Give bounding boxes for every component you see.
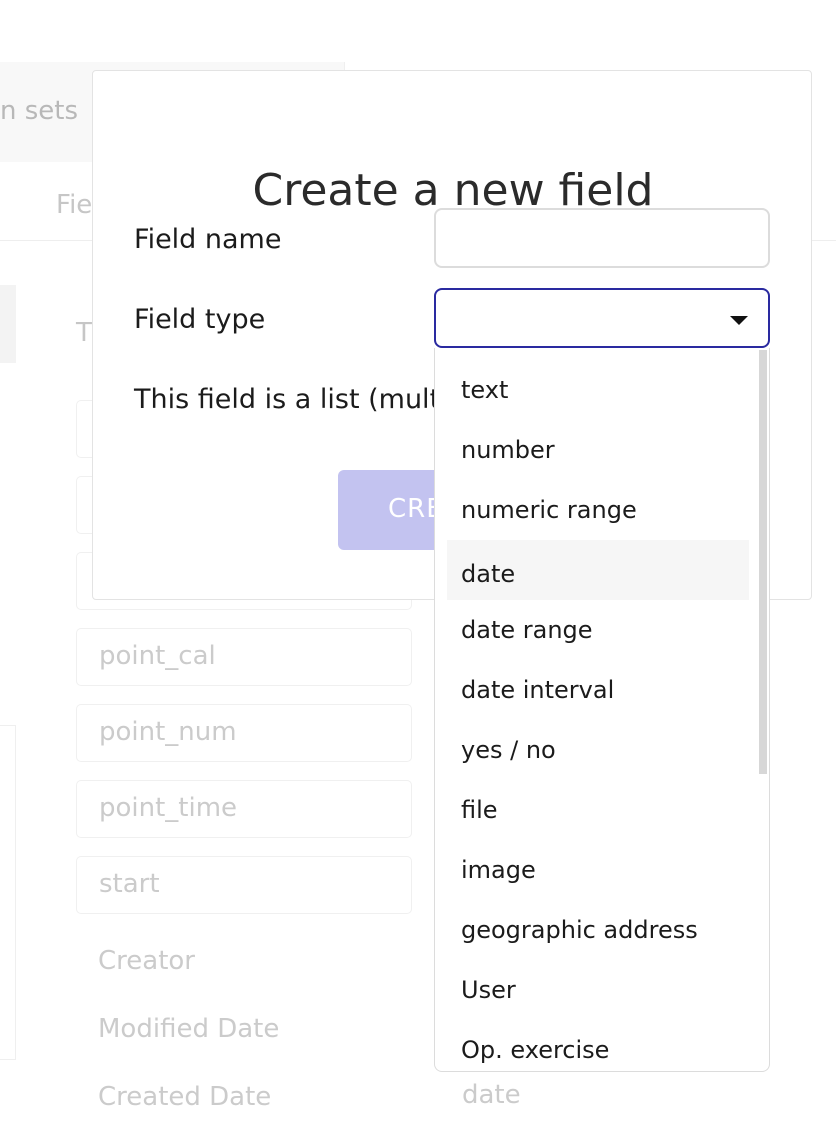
dropdown-option[interactable]: image: [447, 836, 749, 896]
dropdown-scrollbar[interactable]: [759, 350, 767, 774]
background-field-label: Creator: [98, 946, 195, 976]
dropdown-option[interactable]: date range: [447, 596, 749, 656]
dropdown-option[interactable]: date interval: [447, 656, 749, 716]
dropdown-option[interactable]: geographic address: [447, 896, 749, 956]
dropdown-option[interactable]: Op. exercise: [447, 1016, 749, 1071]
field-type-dropdown[interactable]: text number numeric range date date rang…: [434, 348, 770, 1072]
background-heading: T: [76, 318, 92, 348]
background-field-type: date: [462, 1080, 521, 1110]
caret-down-icon: [730, 316, 748, 325]
background-field-label: Modified Date: [98, 1014, 280, 1044]
dropdown-option[interactable]: User: [447, 956, 749, 1016]
dropdown-option[interactable]: number: [447, 416, 749, 476]
background-header-label: n sets: [0, 96, 79, 126]
background-side-panel-lower: [0, 725, 16, 1060]
dropdown-option-hovered[interactable]: date: [447, 540, 749, 600]
dropdown-option[interactable]: file: [447, 776, 749, 836]
background-field-box: start: [76, 856, 412, 914]
field-name-label: Field name: [134, 224, 282, 255]
background-field-box: point_time: [76, 780, 412, 838]
field-name-input[interactable]: [434, 208, 770, 268]
field-type-label: Field type: [134, 304, 266, 335]
background-side-panel: [0, 285, 16, 363]
background-tab-fields: Fie: [56, 190, 93, 220]
page: n sets Fie T point_cal point_num point_t…: [0, 0, 836, 1140]
dropdown-option[interactable]: yes / no: [447, 716, 749, 776]
field-type-select[interactable]: [434, 288, 770, 348]
list-checkbox-label: This field is a list (multip: [134, 384, 465, 415]
background-field-box: point_cal: [76, 628, 412, 686]
dropdown-option[interactable]: text: [447, 356, 749, 416]
background-field-box: point_num: [76, 704, 412, 762]
background-field-label: Created Date: [98, 1082, 272, 1112]
dropdown-option[interactable]: numeric range: [447, 476, 749, 536]
